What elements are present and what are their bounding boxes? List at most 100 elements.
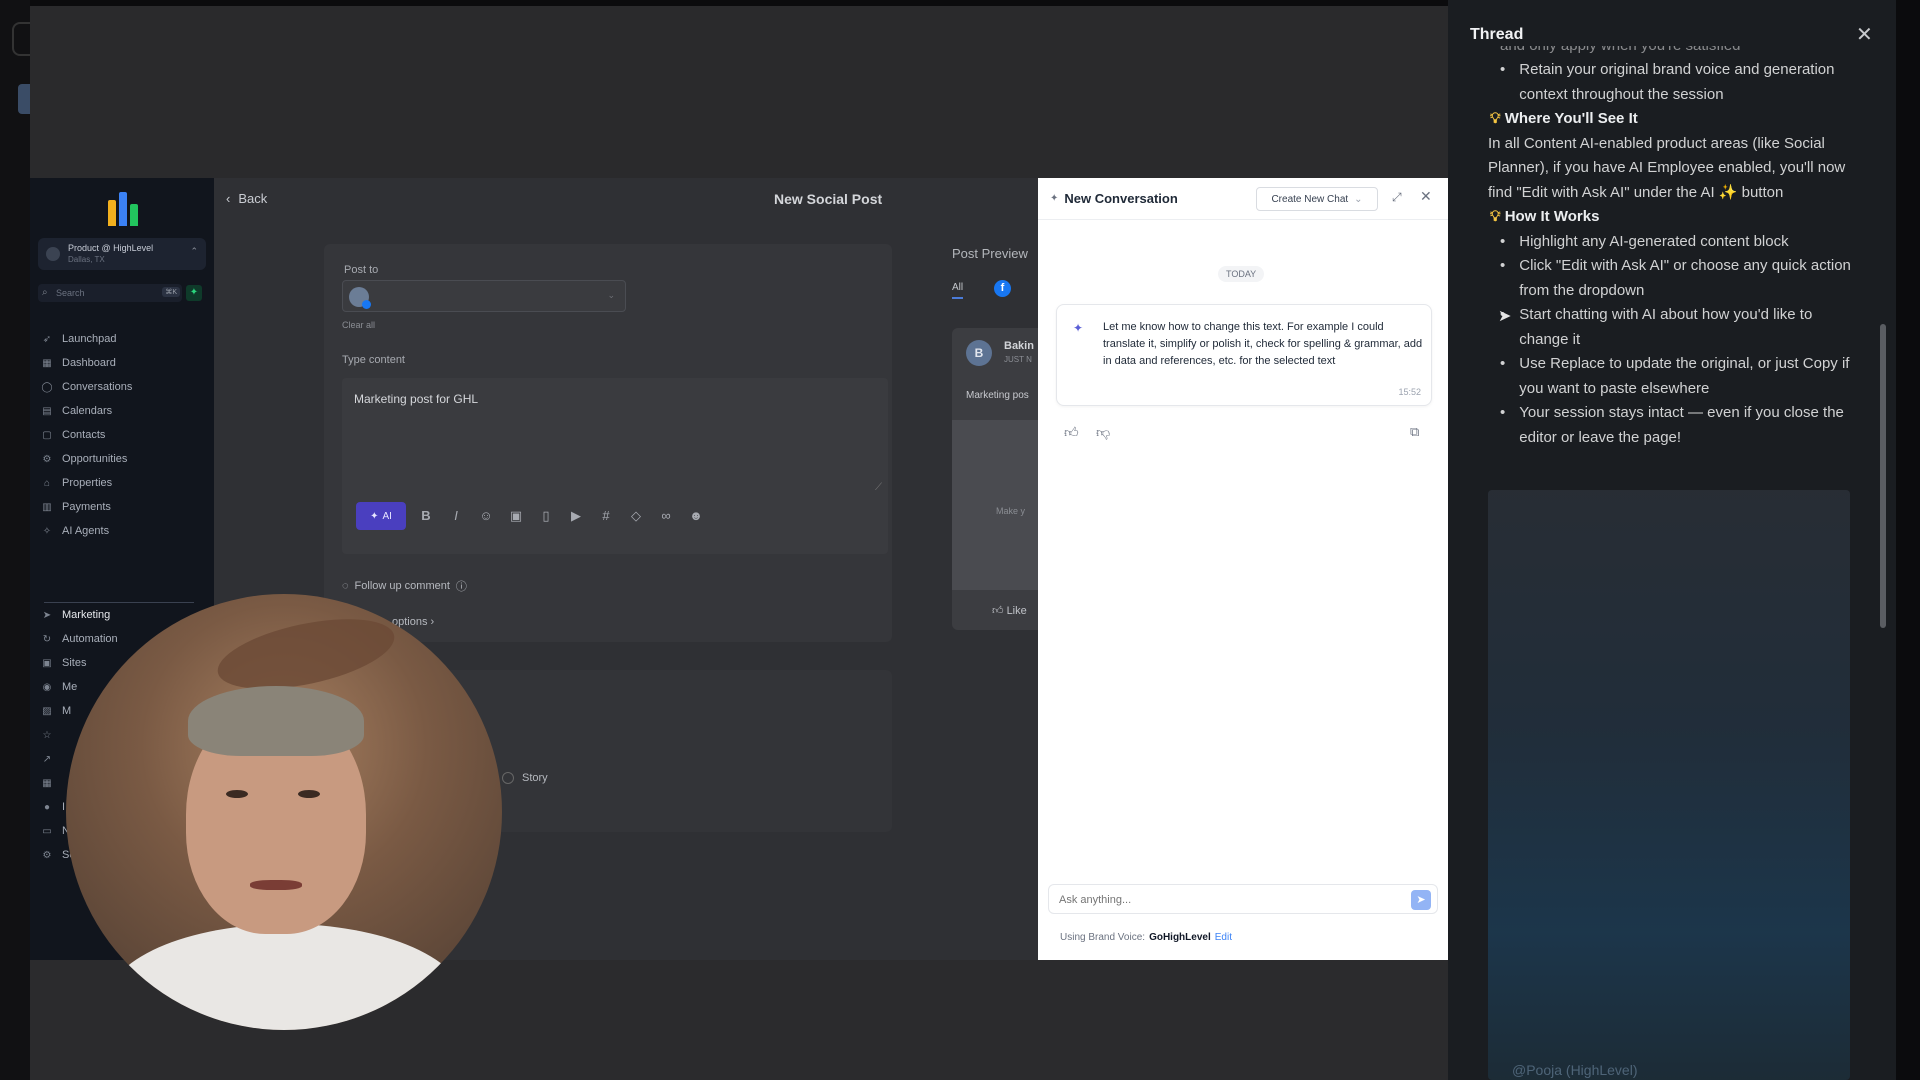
send-icon: ➤: [42, 609, 52, 621]
settings-icon: ⚙: [42, 849, 52, 861]
star-icon: ☆: [42, 729, 52, 741]
sidebar-item-label: Conversations: [62, 381, 133, 393]
sidebar-item-label: AI Agents: [62, 525, 110, 537]
help-icon: ⓘ: [455, 581, 467, 593]
ai-sparkle-icon: ✦: [1073, 321, 1084, 335]
chat-icon: ◯: [41, 381, 53, 393]
sidebar-item-label: Sites: [62, 657, 87, 669]
close-icon[interactable]: ✕: [1420, 188, 1432, 205]
back-button[interactable]: ‹ Back: [226, 191, 267, 206]
emoji-icon[interactable]: ☺: [476, 506, 496, 526]
followup-label: Follow up comment: [354, 580, 450, 592]
tag-icon[interactable]: ◇: [626, 506, 646, 526]
rocket-icon: ➶: [42, 333, 52, 345]
sidebar-item-dashboard[interactable]: ▦ Dashboard: [40, 352, 204, 374]
bullet-dot: •: [1500, 404, 1506, 421]
sidebar-item-launchpad[interactable]: ➶ Launchpad: [40, 328, 204, 350]
sidebar-item-label: Payments: [62, 501, 111, 513]
italic-icon[interactable]: I: [446, 506, 466, 526]
link-icon[interactable]: ∞: [656, 506, 676, 526]
sidebar-item-properties[interactable]: ⌂ Properties: [40, 472, 204, 494]
preview-like-button: 👍︎ Like: [992, 604, 1027, 617]
user-icon[interactable]: ☻: [686, 506, 706, 526]
sidebar-item-ai-agents[interactable]: ✧ AI Agents: [40, 520, 204, 542]
sparkle-icon: ✦: [370, 510, 379, 522]
brand-voice-prefix: Using Brand Voice:: [1060, 932, 1146, 943]
clear-all-link[interactable]: Clear all: [342, 320, 375, 330]
preview-tab-all[interactable]: All: [952, 282, 964, 299]
mouse-cursor-icon: ➤: [1498, 308, 1512, 325]
blurred-content: [1488, 490, 1850, 1080]
thumbs-down-icon[interactable]: 👎︎: [1096, 424, 1110, 441]
sidebar-item-payments[interactable]: ▥ Payments: [40, 496, 204, 518]
bullet-text: Use Replace to update the original, or j…: [1519, 355, 1850, 397]
thumbs-up-icon[interactable]: 👍︎: [1064, 424, 1079, 441]
chevron-right-icon: ›: [430, 616, 435, 628]
story-option[interactable]: Story: [502, 772, 548, 784]
copy-icon[interactable]: ⧉: [1410, 424, 1419, 440]
like-label: Like: [1006, 605, 1027, 617]
ai-message-text: Let me know how to change this text. For…: [1103, 321, 1423, 367]
file-icon[interactable]: ▯: [536, 506, 556, 526]
thumbs-up-icon: 👍︎: [992, 605, 1007, 617]
resize-handle-icon[interactable]: ⟋: [875, 482, 882, 493]
workspace-switcher[interactable]: Product @ HighLevel Dallas, TX ⌃: [38, 238, 206, 270]
quick-action-button[interactable]: ✦: [186, 285, 202, 301]
comment-icon: ◌: [342, 580, 349, 592]
contacts-icon: ▢: [42, 429, 52, 441]
story-radio[interactable]: [502, 772, 514, 784]
bullet-dot: •: [1500, 232, 1506, 250]
message-time: 15:52: [1398, 387, 1421, 397]
lightbulb-icon: 💡︎: [1490, 110, 1501, 127]
ask-input-wrapper: ➤: [1048, 884, 1438, 914]
bullet-text: Click "Edit with Ask AI" or choose any q…: [1519, 257, 1851, 299]
brand-voice-name: GoHighLevel: [1149, 932, 1211, 943]
date-divider: TODAY: [1218, 266, 1265, 282]
thread-title: Thread: [1470, 26, 1524, 43]
thread-bullet: • Retain your original brand voice and ge…: [1488, 58, 1858, 107]
sidebar-item-conversations[interactable]: ◯ Conversations: [40, 376, 204, 398]
post-to-select[interactable]: ⌄: [342, 280, 626, 312]
app-topbar: [30, 6, 1448, 178]
create-new-chat-button[interactable]: Create New Chat ⌄: [1256, 187, 1378, 211]
close-icon[interactable]: ✕: [1856, 22, 1873, 47]
sidebar-item-label: M: [62, 705, 72, 717]
sidebar-item-contacts[interactable]: ▢ Contacts: [40, 424, 204, 446]
presenter-mouth: [250, 880, 302, 890]
preview-account-name: Bakin: [1004, 340, 1034, 352]
create-new-chat-label: Create New Chat: [1271, 193, 1349, 205]
thread-scrollbar[interactable]: [1880, 324, 1886, 628]
preview-time: JUST N: [1004, 355, 1032, 364]
image-icon[interactable]: ▣: [506, 506, 526, 526]
sidebar-item-calendars[interactable]: ▤ Calendars: [40, 400, 204, 422]
send-icon[interactable]: ➤: [1411, 890, 1431, 910]
chevron-updown-icon: ⌃: [190, 246, 198, 256]
video-icon[interactable]: ▶: [566, 506, 586, 526]
sidebar-item-label: I: [62, 801, 66, 813]
bullet-text: Your session stays intact — even if you …: [1519, 404, 1844, 446]
sites-icon: ▣: [42, 657, 52, 669]
sidebar-item-opportunities[interactable]: ⚙ Opportunities: [40, 448, 204, 470]
para-where: In all Content AI-enabled product areas …: [1488, 134, 1846, 201]
chevron-down-icon: ⌄: [1354, 193, 1363, 205]
sidebar-search[interactable]: ⌕ Search ⌘K: [38, 284, 182, 302]
expand-icon[interactable]: ⤢: [1392, 190, 1402, 205]
ask-input[interactable]: [1059, 891, 1389, 909]
presenter-hair: [188, 686, 364, 756]
chevron-down-icon: ⌄: [607, 290, 615, 300]
facebook-badge-icon: [362, 300, 371, 309]
workspace-icon: [46, 247, 60, 261]
opportunities-icon: ⚙: [42, 453, 52, 465]
ai-button[interactable]: ✦ AI: [356, 502, 406, 530]
account-avatar: [349, 287, 371, 309]
bold-icon[interactable]: B: [416, 506, 436, 526]
content-textarea[interactable]: Marketing post for GHL ⟋ ✦ AI B I ☺ ▣ ▯ …: [342, 378, 888, 554]
calendar-icon: ▤: [42, 405, 52, 417]
brand-voice-edit-link[interactable]: Edit: [1215, 932, 1232, 943]
facebook-tab-icon[interactable]: f: [994, 280, 1011, 297]
followup-comment-toggle[interactable]: ◌ Follow up comment ⓘ: [342, 578, 467, 594]
screen: Product @ HighLevel Dallas, TX ⌃ ⌕ Searc…: [0, 0, 1920, 1080]
heading-how-text: How It Works: [1504, 208, 1600, 225]
sidebar-item-label: Properties: [62, 477, 113, 489]
hashtag-icon[interactable]: #: [596, 506, 616, 526]
